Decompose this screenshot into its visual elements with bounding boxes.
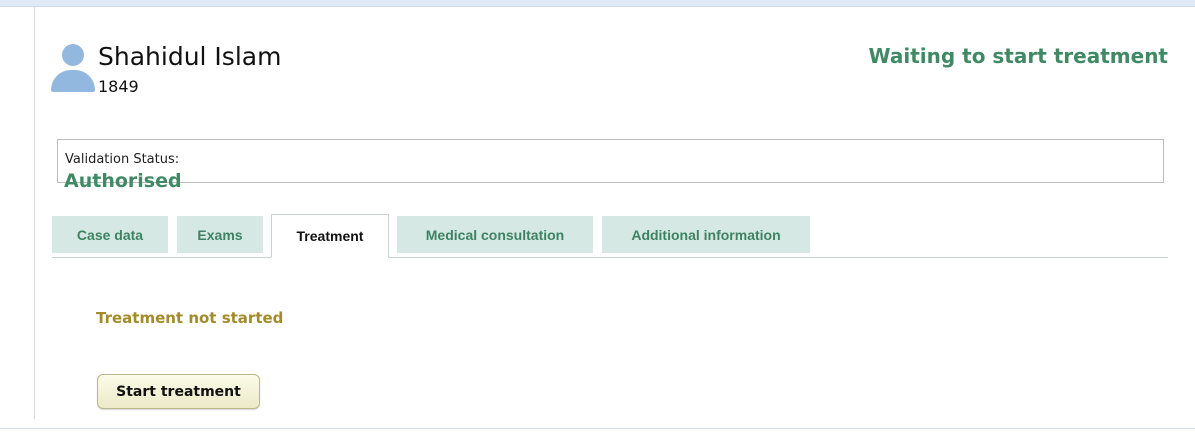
validation-status-box: Validation Status: Authorised <box>57 139 1164 192</box>
case-tabs: Case data Exams Treatment Medical consul… <box>52 214 1168 258</box>
left-divider <box>34 7 35 419</box>
validation-status-label: Validation Status: <box>65 152 180 167</box>
tab-exams[interactable]: Exams <box>177 216 263 253</box>
validation-status-value: Authorised <box>64 170 182 192</box>
start-treatment-button[interactable]: Start treatment <box>97 374 260 409</box>
tab-medical-consultation[interactable]: Medical consultation <box>397 216 593 253</box>
top-header-strip <box>0 0 1195 7</box>
patient-name: Shahidul Islam <box>98 42 282 71</box>
tab-case-data[interactable]: Case data <box>52 216 168 253</box>
tabs-underline <box>52 257 1168 258</box>
tab-additional-information[interactable]: Additional information <box>602 216 810 253</box>
tab-treatment[interactable]: Treatment <box>271 214 389 258</box>
case-status: Waiting to start treatment <box>868 44 1169 68</box>
patient-id: 1849 <box>98 77 139 96</box>
treatment-status-text: Treatment not started <box>96 309 284 327</box>
user-avatar-icon <box>51 44 95 94</box>
bottom-divider <box>0 428 1195 429</box>
patient-header: Shahidul Islam 1849 <box>51 40 451 100</box>
